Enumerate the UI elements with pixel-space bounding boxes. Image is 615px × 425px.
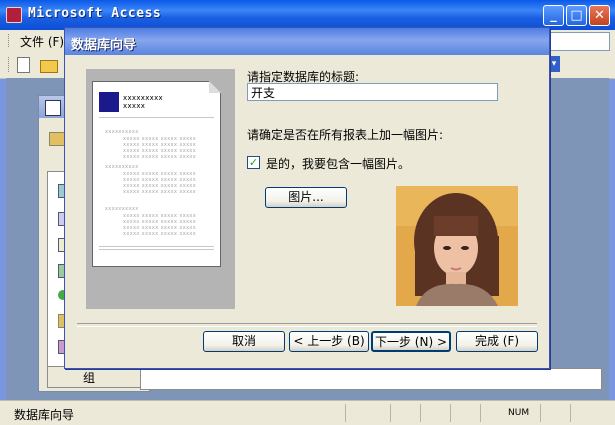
database-wizard-dialog: 数据库向导 xxxxxxxxx xxxxx xxxxxxxxxx xxxxx x… bbox=[64, 27, 550, 369]
report-picture-photo bbox=[396, 186, 518, 306]
status-divider bbox=[450, 404, 451, 422]
include-picture-checkbox[interactable]: ✓ bbox=[247, 156, 260, 169]
groups-tab[interactable] bbox=[47, 366, 144, 388]
status-divider bbox=[570, 404, 571, 422]
access-key-icon bbox=[6, 7, 22, 23]
preview-row: xxxxx xxxxx xxxxx xxxxx xxxxx xxxxx xxxxx… bbox=[123, 171, 197, 195]
dialog-separator bbox=[77, 323, 537, 327]
preview-row: xxxxxxxxxx bbox=[105, 206, 139, 212]
status-divider bbox=[420, 404, 421, 422]
status-divider bbox=[390, 404, 391, 422]
back-button[interactable]: < 上一步 (B) bbox=[289, 331, 369, 352]
database-icon bbox=[45, 100, 61, 116]
status-divider bbox=[345, 404, 346, 422]
status-text: 数据库向导 bbox=[14, 408, 75, 422]
picture-question-label: 请确定是否在所有报表上加一幅图片: bbox=[247, 128, 444, 142]
open-folder-icon[interactable] bbox=[40, 60, 58, 73]
finish-button[interactable]: 完成 (F) bbox=[456, 331, 538, 352]
toolbar-grip-icon bbox=[8, 57, 12, 72]
picture-button[interactable]: 图片... bbox=[265, 187, 347, 208]
new-file-icon[interactable] bbox=[17, 57, 30, 73]
database-title-input[interactable] bbox=[247, 83, 498, 101]
preview-row: xxxxx xxxxx xxxxx xxxxx xxxxx xxxxx xxxxx… bbox=[123, 136, 197, 160]
wizard-titlebar bbox=[65, 28, 549, 55]
preview-row: xxxxxxxxxx bbox=[105, 129, 139, 135]
next-button[interactable]: 下一步 (N) > bbox=[371, 331, 451, 352]
report-page-preview: xxxxxxxxx xxxxx xxxxxxxxxx xxxxx xxxxx x… bbox=[92, 81, 221, 267]
design-icon[interactable] bbox=[49, 132, 65, 146]
menu-item-file[interactable]: 文件 (F) bbox=[20, 33, 64, 50]
preview-header-text: xxxxxxxxx bbox=[123, 94, 163, 102]
status-divider bbox=[540, 404, 541, 422]
report-logo-preview bbox=[99, 92, 119, 112]
status-divider bbox=[480, 404, 481, 422]
preview-subheader-text: xxxxx bbox=[123, 102, 146, 110]
menu-grip-icon bbox=[8, 34, 12, 47]
preview-rule bbox=[99, 249, 214, 250]
minimize-button[interactable]: _ bbox=[543, 5, 564, 26]
wizard-title: 数据库向导 bbox=[71, 38, 137, 53]
cancel-button[interactable]: 取消 bbox=[203, 331, 285, 352]
close-button[interactable]: ✕ bbox=[589, 5, 610, 26]
status-bar: 数据库向导 NUM bbox=[0, 400, 615, 425]
groups-label: 组 bbox=[83, 371, 96, 385]
num-lock-indicator: NUM bbox=[508, 408, 530, 418]
preview-row: xxxxxxxxxx bbox=[105, 164, 139, 170]
preview-row: xxxxx xxxxx xxxxx xxxxx xxxxx xxxxx xxxxx… bbox=[123, 213, 197, 237]
preview-rule bbox=[99, 246, 214, 247]
include-picture-label[interactable]: 是的，我要包含一幅图片。 bbox=[266, 155, 410, 172]
report-preview-panel: xxxxxxxxx xxxxx xxxxxxxxxx xxxxx xxxxx x… bbox=[86, 69, 235, 309]
app-title: Microsoft Access bbox=[28, 6, 162, 21]
preview-rule bbox=[99, 117, 214, 118]
page-fold-icon bbox=[209, 81, 221, 93]
maximize-button[interactable]: □ bbox=[566, 5, 587, 26]
objects-pane[interactable] bbox=[140, 368, 602, 390]
help-search-input[interactable] bbox=[548, 32, 610, 51]
